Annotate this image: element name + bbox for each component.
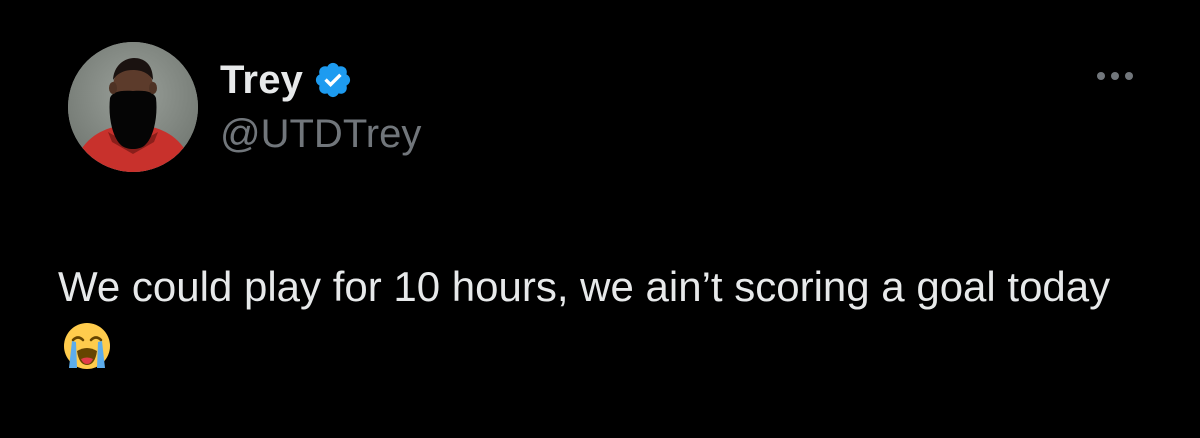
verified-badge-icon bbox=[313, 60, 353, 100]
author-handle[interactable]: @UTDTrey bbox=[220, 112, 421, 157]
tweet-body: We could play for 10 hours, we ain’t sco… bbox=[58, 256, 1158, 380]
more-horizontal-icon[interactable] bbox=[1093, 62, 1137, 90]
author-name-row: Trey bbox=[220, 56, 353, 104]
loudly-crying-face-icon bbox=[62, 321, 112, 371]
avatar-photo bbox=[68, 42, 198, 172]
tweet-text: We could play for 10 hours, we ain’t sco… bbox=[58, 263, 1122, 310]
tweet-card[interactable]: Trey @UTDTrey We could play for 10 hours… bbox=[0, 0, 1200, 438]
avatar[interactable] bbox=[68, 42, 198, 172]
author-display-name[interactable]: Trey bbox=[220, 58, 303, 103]
